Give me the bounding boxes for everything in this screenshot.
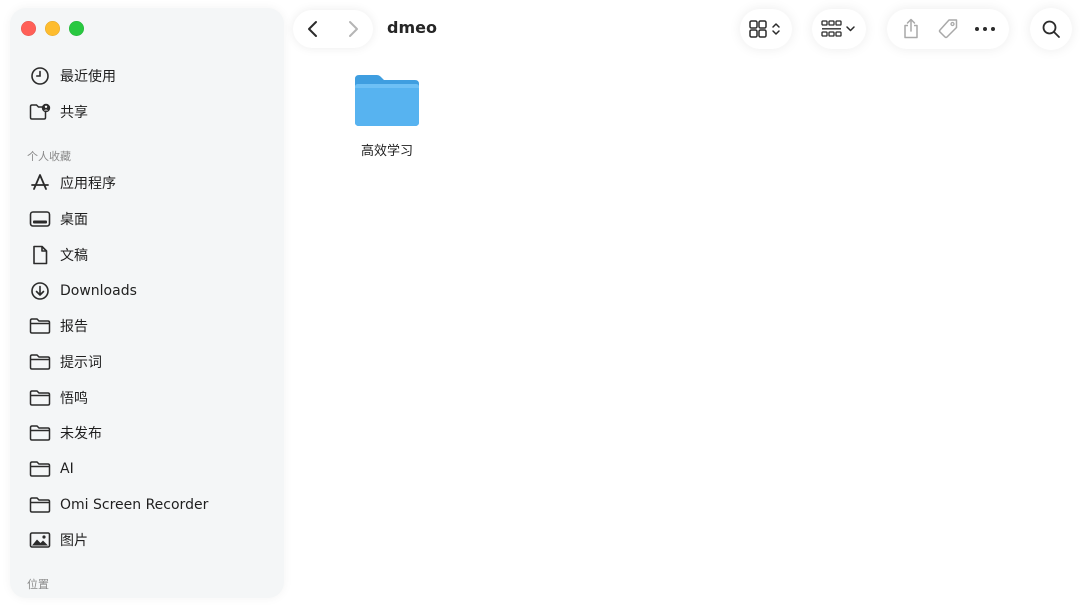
chevron-right-icon <box>349 21 358 37</box>
folder-icon <box>29 315 51 337</box>
actions-group <box>887 9 1009 49</box>
sidebar-item-documents[interactable]: 文稿 <box>29 240 269 270</box>
sidebar-item-label: 应用程序 <box>60 176 116 192</box>
sidebar-item-label: 最近使用 <box>60 69 116 85</box>
folder-item[interactable]: 高效学习 <box>347 72 427 172</box>
maximize-button[interactable] <box>69 21 84 36</box>
photo-icon <box>29 529 51 551</box>
search-icon <box>1042 20 1060 38</box>
clock-icon <box>29 65 51 87</box>
sidebar-item-label: 提示词 <box>60 355 102 371</box>
sidebar-item-label: 报告 <box>60 319 88 335</box>
sidebar-item-label: Downloads <box>60 283 137 299</box>
group-button[interactable] <box>812 9 866 49</box>
sidebar-item-label: 未发布 <box>60 426 102 442</box>
navigation-buttons <box>293 10 373 48</box>
document-icon <box>29 244 51 266</box>
sidebar-item-applications[interactable]: 应用程序 <box>29 168 269 198</box>
sidebar-item-folder[interactable]: Omi Screen Recorder <box>29 490 269 520</box>
sidebar-item-desktop[interactable]: 桌面 <box>29 204 269 234</box>
share-button[interactable] <box>894 9 928 49</box>
folder-icon <box>29 387 51 409</box>
grid-view-icon <box>749 20 780 38</box>
sidebar-item-label: 悟鸣 <box>60 391 88 407</box>
more-icon <box>974 27 995 31</box>
more-button[interactable] <box>968 9 1002 49</box>
sidebar-item-folder[interactable]: 报告 <box>29 311 269 341</box>
sidebar-item-folder[interactable]: 提示词 <box>29 347 269 377</box>
window-controls <box>21 21 84 36</box>
minimize-button[interactable] <box>45 21 60 36</box>
folder-label: 高效学习 <box>360 144 413 159</box>
view-mode-button[interactable] <box>740 9 792 49</box>
folder-icon <box>29 494 51 516</box>
sidebar-item-folder[interactable]: 未发布 <box>29 418 269 448</box>
finder-window: 最近使用 共享 个人收藏 应用程序 桌面 文稿 Downloads 报告 提示词… <box>0 0 1080 607</box>
sidebar-item-label: 文稿 <box>60 248 88 264</box>
locations-header: 位置 <box>27 578 49 591</box>
sidebar-item-label: Omi Screen Recorder <box>60 497 209 513</box>
sidebar-item-downloads[interactable]: Downloads <box>29 276 269 306</box>
sidebar-item-pictures[interactable]: 图片 <box>29 525 269 555</box>
download-icon <box>29 280 51 302</box>
favorites-header: 个人收藏 <box>27 150 71 163</box>
shared-folder-icon <box>29 101 51 123</box>
forward-button[interactable] <box>333 10 373 48</box>
tag-button[interactable] <box>931 9 965 49</box>
window-title: dmeo <box>387 18 437 37</box>
folder-icon <box>29 351 51 373</box>
group-icon <box>821 20 855 37</box>
chevron-left-icon <box>308 21 317 37</box>
sidebar-item-folder[interactable]: 悟鸣 <box>29 383 269 413</box>
sidebar-item-folder[interactable]: AI <box>29 454 269 484</box>
sidebar-item-label: 共享 <box>60 105 88 121</box>
sidebar-item-label: 桌面 <box>60 212 88 228</box>
close-button[interactable] <box>21 21 36 36</box>
desktop-icon <box>29 208 51 230</box>
applications-icon <box>29 172 51 194</box>
sidebar-item-label: 图片 <box>60 533 88 549</box>
back-button[interactable] <box>293 10 333 48</box>
sidebar-item-label: AI <box>60 461 74 477</box>
search-button[interactable] <box>1030 8 1072 50</box>
folder-icon <box>29 422 51 444</box>
folder-icon <box>29 458 51 480</box>
sidebar-item-recents[interactable]: 最近使用 <box>29 61 269 91</box>
folder-icon <box>355 75 419 126</box>
share-icon <box>904 18 919 39</box>
sidebar: 最近使用 共享 个人收藏 应用程序 桌面 文稿 Downloads 报告 提示词… <box>10 8 284 598</box>
sidebar-item-shared[interactable]: 共享 <box>29 97 269 127</box>
tag-icon <box>938 19 958 39</box>
